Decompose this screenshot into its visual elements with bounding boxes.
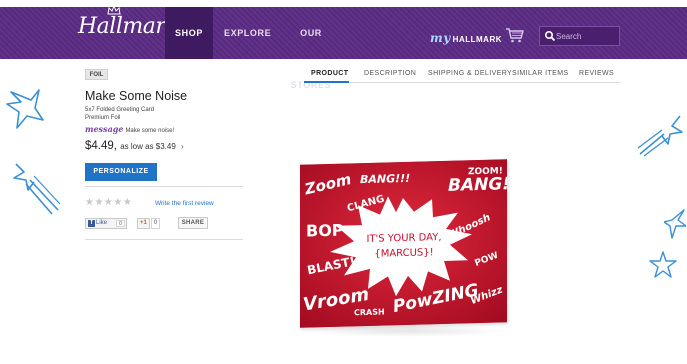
share-button[interactable]: SHARE [178,217,208,229]
price-value: $4.49, [85,140,117,152]
google-plus-button[interactable]: +1 0 [137,218,165,229]
foil-badge: FOIL [85,69,108,80]
nav-shop[interactable]: SHOP [165,7,213,59]
doodle-star-icon [649,251,677,278]
tabs-divider [304,82,621,83]
write-review-link[interactable]: Write the first review [155,200,214,207]
product-subtitle: 5x7 Folded Greeting Card Premium Foil [85,106,154,122]
card-artwork: IT'S YOUR DAY, {MARCUS}! Zoom BANG!!! BA… [300,159,507,328]
chevron-right-icon[interactable]: › [181,142,184,151]
search-box[interactable] [539,26,620,46]
my-hallmark-my: my [430,31,451,45]
product-finish: Premium Foil [85,115,121,121]
card-center-line2: {MARCUS}! [374,247,433,260]
card-word-bang-big: BANG! [448,174,507,196]
divider [85,186,243,187]
message-line: message Make some noise! [85,124,174,134]
rating-stars[interactable]: ★★★★★ [85,197,132,208]
message-text: Make some noise! [125,128,175,134]
shooting-star-icon [637,115,683,157]
facebook-icon: f [88,220,95,227]
tab-shipping-delivery[interactable]: SHIPPING & DELIVERY [428,70,512,77]
tab-reviews[interactable]: REVIEWS [579,70,614,77]
price-as-low-as[interactable]: as low as $3.49 [120,142,176,151]
like-label: Like [96,220,108,226]
message-label: message [85,124,124,134]
card-image: IT'S YOUR DAY, {MARCUS}! Zoom BANG!!! BA… [300,159,507,328]
like-count: 0 [116,220,125,227]
gplus-count: 0 [150,218,161,229]
product-title: Make Some Noise [85,89,188,103]
active-tab-indicator [304,81,349,83]
search-icon[interactable] [544,30,556,42]
gplus-label: +1 [137,218,150,229]
nav-our-stores[interactable]: OUR STORES [284,7,338,90]
hallmark-logo[interactable]: Hallmark [78,14,179,39]
doodle-star-icon [664,209,686,239]
card-word-bang: BANG!!! [360,172,410,186]
tab-description[interactable]: DESCRIPTION [364,70,416,77]
price: $4.49, as low as $3.49 › [85,140,184,152]
card-word-bop: BOP [306,221,344,241]
shooting-star-icon [13,163,61,215]
card-word-crash: CRASH [354,307,385,317]
product-format: 5x7 Folded Greeting Card [85,107,155,113]
doodle-star-icon [6,89,44,129]
product-page: Hallmark SHOP EXPLORE OUR STORES my HALLM… [0,0,687,364]
my-hallmark-link[interactable]: my HALLMARK [430,31,502,45]
personalize-button[interactable]: PERSONALIZE [85,163,157,181]
card-center-line1: IT'S YOUR DAY, [366,232,441,245]
card-word-zoom-right: ZOOM! [468,166,503,177]
divider [85,239,243,240]
nav-explore[interactable]: EXPLORE [224,7,271,59]
search-input[interactable] [556,29,618,43]
my-hallmark-label: HALLMARK [452,35,502,44]
facebook-like-button[interactable]: f Like 0 [85,218,127,229]
cart-icon[interactable] [505,27,525,43]
tab-similar-items[interactable]: SIMILAR ITEMS [512,70,569,77]
tab-product[interactable]: PRODUCT [311,70,348,77]
